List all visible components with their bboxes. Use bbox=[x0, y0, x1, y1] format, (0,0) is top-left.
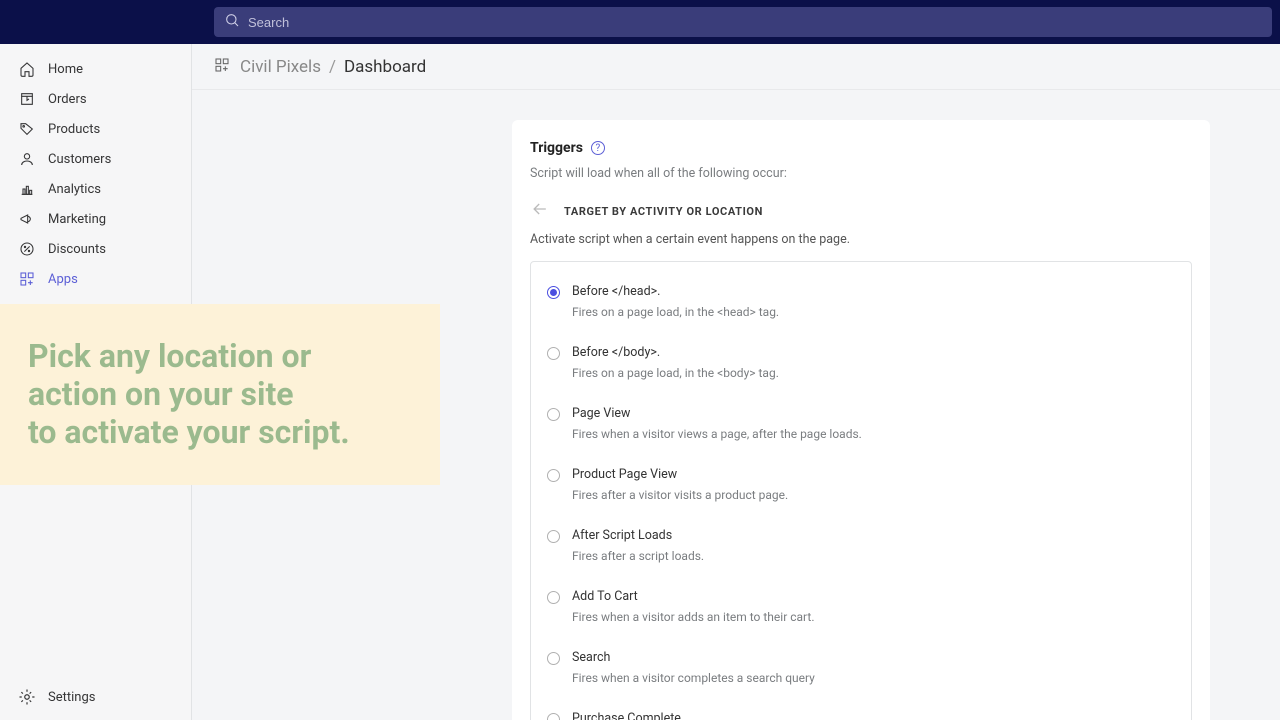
radio-icon bbox=[547, 408, 560, 421]
option-desc: Fires when a visitor completes a search … bbox=[572, 671, 1175, 685]
search-icon bbox=[224, 12, 240, 32]
nav-label: Discounts bbox=[48, 242, 106, 257]
option-label: Search bbox=[572, 650, 1175, 665]
option-before-body[interactable]: Before </body>. Fires on a page load, in… bbox=[547, 337, 1175, 398]
radio-icon bbox=[547, 530, 560, 543]
nav-discounts[interactable]: Discounts bbox=[0, 234, 191, 264]
nav-label: Marketing bbox=[48, 212, 106, 227]
nav-apps[interactable]: Apps bbox=[0, 264, 191, 294]
option-label: Purchase Complete bbox=[572, 711, 1175, 720]
section-title: TARGET BY ACTIVITY OR LOCATION bbox=[564, 205, 763, 218]
breadcrumb-separator: / bbox=[329, 57, 336, 77]
option-desc: Fires when a visitor adds an item to the… bbox=[572, 610, 1175, 624]
option-label: After Script Loads bbox=[572, 528, 1175, 543]
option-purchase-complete[interactable]: Purchase Complete Fires on the thank you… bbox=[547, 703, 1175, 720]
nav-products[interactable]: Products bbox=[0, 114, 191, 144]
nav-label: Products bbox=[48, 122, 100, 137]
apps-icon bbox=[18, 270, 36, 288]
option-product-page-view[interactable]: Product Page View Fires after a visitor … bbox=[547, 459, 1175, 520]
discount-icon bbox=[18, 240, 36, 258]
option-desc: Fires when a visitor views a page, after… bbox=[572, 427, 1175, 441]
section-head: TARGET BY ACTIVITY OR LOCATION bbox=[530, 199, 1192, 224]
option-after-script-loads[interactable]: After Script Loads Fires after a script … bbox=[547, 520, 1175, 581]
radio-icon bbox=[547, 469, 560, 482]
search-wrap bbox=[192, 1, 1280, 43]
help-icon[interactable]: ? bbox=[591, 141, 605, 155]
search-input[interactable] bbox=[248, 15, 1262, 30]
option-desc: Fires on a page load, in the <body> tag. bbox=[572, 366, 1175, 380]
settings-label: Settings bbox=[48, 690, 95, 705]
trigger-options: Before </head>. Fires on a page load, in… bbox=[530, 261, 1192, 720]
nav-label: Home bbox=[48, 62, 83, 77]
callout-text: Pick any location or action on your site… bbox=[28, 338, 412, 451]
orders-icon bbox=[18, 90, 36, 108]
breadcrumb-page: Dashboard bbox=[344, 57, 426, 77]
option-page-view[interactable]: Page View Fires when a visitor views a p… bbox=[547, 398, 1175, 459]
nav-orders[interactable]: Orders bbox=[0, 84, 191, 114]
option-desc: Fires after a script loads. bbox=[572, 549, 1175, 563]
home-icon bbox=[18, 60, 36, 78]
nav-analytics[interactable]: Analytics bbox=[0, 174, 191, 204]
triggers-card: Triggers ? Script will load when all of … bbox=[512, 120, 1210, 720]
radio-icon bbox=[547, 286, 560, 299]
person-icon bbox=[18, 150, 36, 168]
card-subtitle: Script will load when all of the followi… bbox=[530, 166, 1192, 181]
option-desc: Fires after a visitor visits a product p… bbox=[572, 488, 1175, 502]
radio-icon bbox=[547, 591, 560, 604]
nav-marketing[interactable]: Marketing bbox=[0, 204, 191, 234]
top-bar bbox=[0, 0, 1280, 44]
breadcrumb-app[interactable]: Civil Pixels bbox=[240, 57, 321, 77]
card-title: Triggers bbox=[530, 140, 583, 156]
callout-banner: Pick any location or action on your site… bbox=[0, 304, 440, 485]
option-before-head[interactable]: Before </head>. Fires on a page load, in… bbox=[547, 276, 1175, 337]
gear-icon bbox=[18, 688, 36, 706]
option-add-to-cart[interactable]: Add To Cart Fires when a visitor adds an… bbox=[547, 581, 1175, 642]
nav-home[interactable]: Home bbox=[0, 54, 191, 84]
search-box[interactable] bbox=[214, 7, 1272, 37]
radio-icon bbox=[547, 347, 560, 360]
option-label: Page View bbox=[572, 406, 1175, 421]
section-desc: Activate script when a certain event hap… bbox=[530, 232, 1192, 247]
chart-icon bbox=[18, 180, 36, 198]
tag-icon bbox=[18, 120, 36, 138]
option-label: Product Page View bbox=[572, 467, 1175, 482]
radio-icon bbox=[547, 713, 560, 720]
megaphone-icon bbox=[18, 210, 36, 228]
breadcrumb: Civil Pixels / Dashboard bbox=[192, 44, 1280, 90]
nav-list: Home Orders Products Customers Analytics bbox=[0, 44, 191, 304]
back-arrow-icon[interactable] bbox=[530, 199, 550, 224]
option-desc: Fires on a page load, in the <head> tag. bbox=[572, 305, 1175, 319]
option-search[interactable]: Search Fires when a visitor completes a … bbox=[547, 642, 1175, 703]
nav-settings[interactable]: Settings bbox=[0, 674, 191, 720]
option-label: Before </head>. bbox=[572, 284, 1175, 299]
option-label: Before </body>. bbox=[572, 345, 1175, 360]
nav-label: Analytics bbox=[48, 182, 101, 197]
nav-label: Apps bbox=[48, 272, 78, 287]
nav-label: Orders bbox=[48, 92, 87, 107]
radio-icon bbox=[547, 652, 560, 665]
option-label: Add To Cart bbox=[572, 589, 1175, 604]
top-bar-logo-area bbox=[0, 0, 192, 44]
apps-icon bbox=[214, 57, 230, 77]
nav-customers[interactable]: Customers bbox=[0, 144, 191, 174]
nav-label: Customers bbox=[48, 152, 111, 167]
